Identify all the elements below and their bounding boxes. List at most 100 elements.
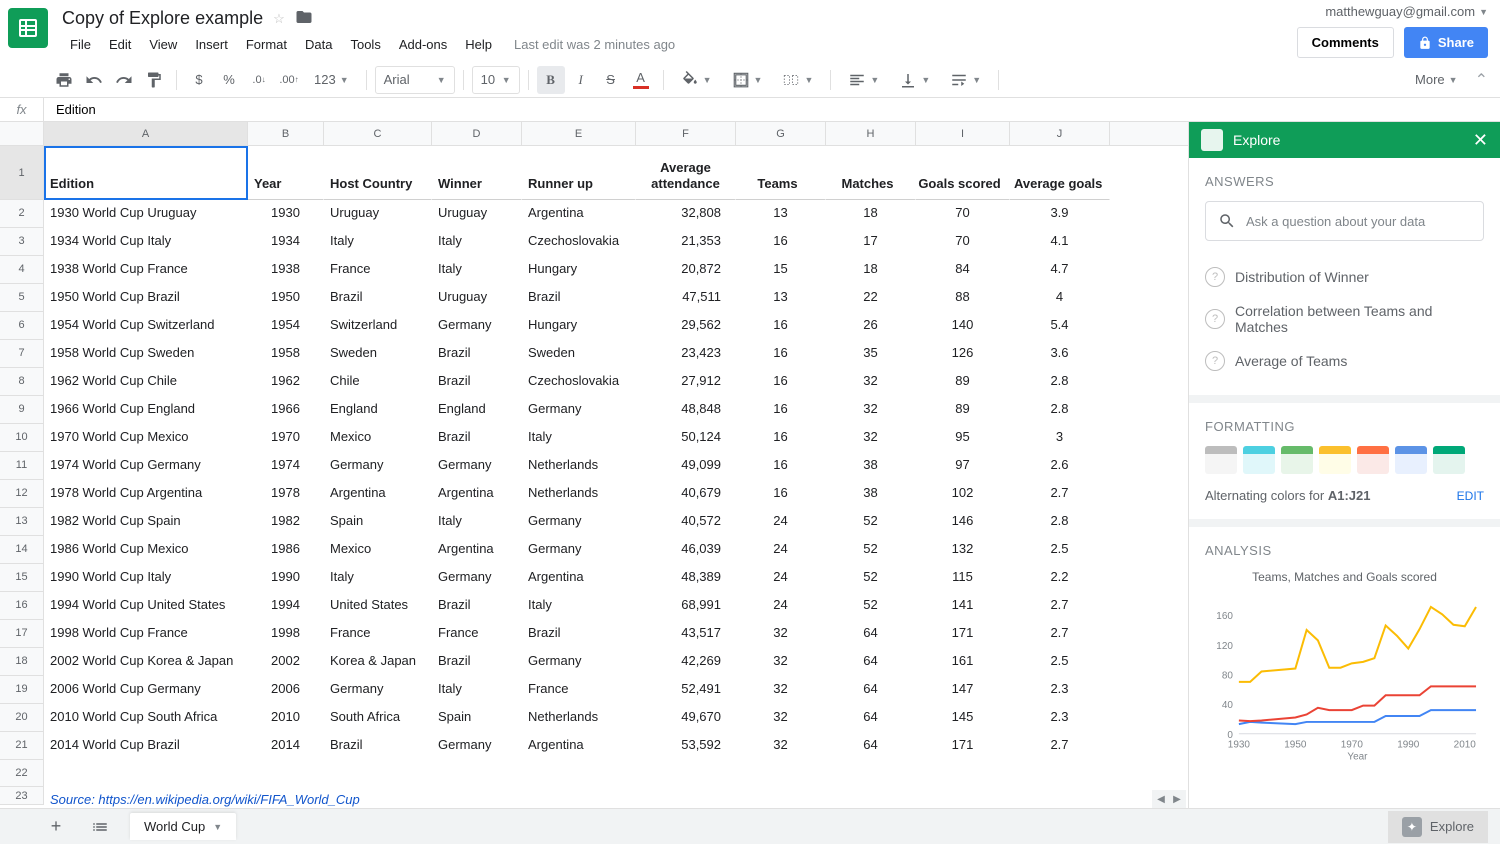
cell[interactable]: 1970 [248,424,324,451]
cell[interactable]: 147 [916,676,1010,703]
cell[interactable]: Sweden [522,340,636,367]
cell[interactable]: 2.3 [1010,676,1110,703]
analysis-chart[interactable]: 0408012016019301950197019902010Year [1205,592,1484,762]
cell[interactable]: 16 [736,368,826,395]
cell[interactable]: 64 [826,676,916,703]
cell[interactable]: Germany [522,396,636,423]
cell[interactable]: 1958 [248,340,324,367]
row-header[interactable]: 9 [0,396,44,424]
cell[interactable] [432,760,522,787]
explore-chip-button[interactable]: ✦ Explore [1388,811,1488,843]
header-cell[interactable]: Matches [826,146,916,200]
cell[interactable]: 1950 World Cup Brazil [44,284,248,311]
cell[interactable] [44,760,248,787]
cell[interactable]: 16 [736,396,826,423]
cell[interactable]: 20,872 [636,256,736,283]
header-cell[interactable]: Teams [736,146,826,200]
menu-tools[interactable]: Tools [342,33,388,56]
cell[interactable]: Italy [522,424,636,451]
row-header[interactable]: 7 [0,340,44,368]
cell[interactable]: 48,389 [636,564,736,591]
cell[interactable]: 35 [826,340,916,367]
cell[interactable]: Brazil [324,284,432,311]
cell[interactable]: Brazil [522,620,636,647]
header-cell[interactable]: Year [248,146,324,200]
cell[interactable]: 70 [916,200,1010,227]
vertical-align-button[interactable]: ▼ [890,66,939,94]
cell[interactable]: France [324,620,432,647]
cell[interactable]: 32 [736,732,826,759]
cell[interactable]: 1970 World Cup Mexico [44,424,248,451]
cell[interactable]: 64 [826,732,916,759]
row-header[interactable]: 18 [0,648,44,676]
answer-suggestion[interactable]: ?Average of Teams [1205,343,1484,379]
menu-insert[interactable]: Insert [187,33,236,56]
answer-suggestion[interactable]: ?Correlation between Teams and Matches [1205,295,1484,343]
cell[interactable]: 24 [736,564,826,591]
col-header-G[interactable]: G [736,122,826,145]
row-header[interactable]: 22 [0,760,44,787]
cell[interactable] [432,787,522,805]
cell[interactable]: 52 [826,592,916,619]
cell[interactable]: England [432,396,522,423]
spreadsheet-grid[interactable]: ABCDEFGHIJ 1EditionYearHost CountryWinne… [0,122,1188,808]
text-color-button[interactable]: A [627,66,655,94]
formula-input[interactable] [44,102,1500,117]
cell[interactable]: 2002 [248,648,324,675]
cell[interactable]: Germany [522,536,636,563]
cell[interactable]: Argentina [432,480,522,507]
ask-question-input[interactable]: Ask a question about your data [1205,201,1484,241]
cell[interactable]: 89 [916,396,1010,423]
cell[interactable]: Uruguay [324,200,432,227]
cell[interactable]: Brazil [432,368,522,395]
cell[interactable]: 2.2 [1010,564,1110,591]
cell[interactable]: 38 [826,480,916,507]
header-cell[interactable]: Runner up [522,146,636,200]
cell[interactable]: 49,670 [636,704,736,731]
cell[interactable]: 1982 World Cup Spain [44,508,248,535]
cell[interactable]: 13 [736,200,826,227]
cell[interactable] [916,760,1010,787]
cell[interactable] [248,787,324,805]
cell[interactable]: 68,991 [636,592,736,619]
cell[interactable]: 49,099 [636,452,736,479]
cell[interactable]: England [324,396,432,423]
cell[interactable]: 3.6 [1010,340,1110,367]
header-cell[interactable]: Host Country [324,146,432,200]
cell[interactable]: 70 [916,228,1010,255]
menu-edit[interactable]: Edit [101,33,139,56]
cell[interactable]: Italy [432,228,522,255]
cell[interactable]: 1998 World Cup France [44,620,248,647]
col-header-F[interactable]: F [636,122,736,145]
cell[interactable]: 2.7 [1010,592,1110,619]
cell[interactable]: 16 [736,312,826,339]
cell[interactable]: 161 [916,648,1010,675]
row-header[interactable]: 10 [0,424,44,452]
cell[interactable]: Korea & Japan [324,648,432,675]
cell[interactable]: 1966 [248,396,324,423]
cell[interactable] [248,760,324,787]
cell[interactable]: 1934 World Cup Italy [44,228,248,255]
close-icon[interactable]: ✕ [1473,130,1488,151]
cell[interactable]: Brazil [432,592,522,619]
cell[interactable]: Argentina [522,732,636,759]
cell[interactable] [1010,760,1110,787]
cell[interactable]: Hungary [522,312,636,339]
collapse-toolbar-button[interactable]: ⌃ [1475,70,1488,90]
cell[interactable]: 32 [736,648,826,675]
row-header[interactable]: 21 [0,732,44,760]
cell[interactable]: Sweden [324,340,432,367]
row-header[interactable]: 5 [0,284,44,312]
cell[interactable]: Germany [432,732,522,759]
cell[interactable]: Italy [324,228,432,255]
row-header[interactable]: 11 [0,452,44,480]
cell[interactable]: 2014 World Cup Brazil [44,732,248,759]
cell[interactable]: Brazil [522,284,636,311]
col-header-B[interactable]: B [248,122,324,145]
cell[interactable]: Germany [432,452,522,479]
cell[interactable]: 16 [736,340,826,367]
cell[interactable]: 126 [916,340,1010,367]
sheets-logo[interactable] [8,8,48,48]
cell[interactable]: 141 [916,592,1010,619]
cell[interactable]: 24 [736,536,826,563]
